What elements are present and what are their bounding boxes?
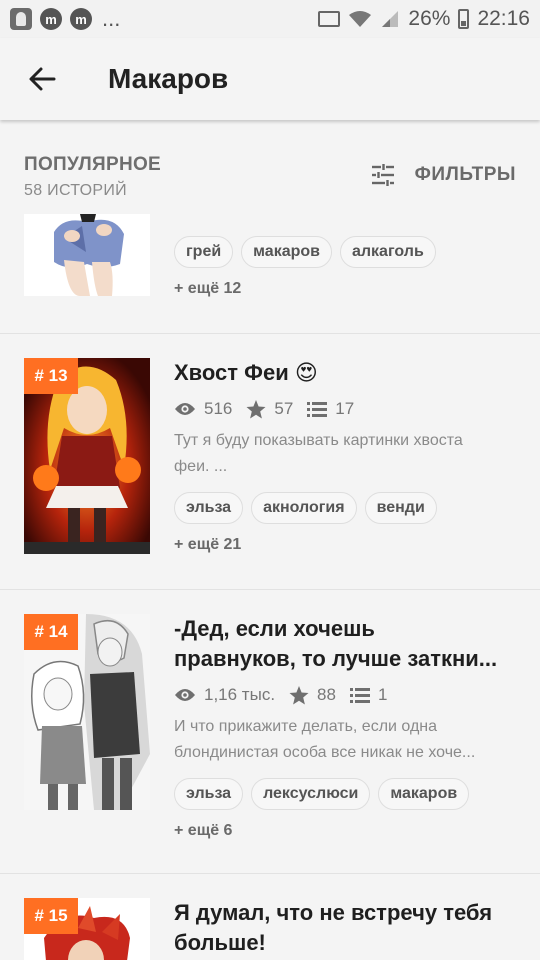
tag-chip[interactable]: эльза xyxy=(174,778,244,810)
tag-list: эльза акнология венди xyxy=(174,492,520,524)
tag-chip[interactable]: макаров xyxy=(241,236,332,268)
votes-count: 57 xyxy=(274,399,294,418)
page-title: Макаров xyxy=(108,63,229,94)
tag-list: грей макаров алкаголь xyxy=(174,236,520,268)
story-stats: 1,16 тыс. 88 1 xyxy=(174,682,520,708)
app-notification-icon xyxy=(10,8,32,30)
sort-info: ПОПУЛЯРНОЕ 58 ИСТОРИЙ xyxy=(24,154,161,214)
description-line: И что прикажите делать, если одна xyxy=(174,718,438,735)
tag-chip[interactable]: лексуслюси xyxy=(251,778,371,810)
story-cover[interactable] xyxy=(24,214,150,296)
title-line: -Дед, если хочешь xyxy=(174,616,375,641)
story-description: И что прикажите делать, если одна блонди… xyxy=(174,714,520,766)
star-icon xyxy=(246,399,266,418)
story-stats: 516 57 17 xyxy=(174,396,520,422)
votes-count: 88 xyxy=(317,685,336,704)
cast-icon xyxy=(318,11,341,27)
title-line: Я думал, что не встречу тебя xyxy=(174,900,493,925)
views-count: 516 xyxy=(204,399,233,418)
rank-badge: # 13 xyxy=(24,358,78,394)
story-card[interactable]: # 14 -Дед, если хочешь правнуков, то луч xyxy=(0,590,540,874)
votes-stat: 88 xyxy=(289,685,336,705)
signal-icon xyxy=(382,11,399,27)
description-line: феи. ... xyxy=(174,458,228,475)
parts-count: 17 xyxy=(335,399,355,418)
eye-icon xyxy=(175,689,195,701)
story-title[interactable]: Я думал, что не встречу тебя больше! xyxy=(174,898,520,958)
list-header: ПОПУЛЯРНОЕ 58 ИСТОРИЙ ФИЛЬТРЫ xyxy=(0,122,540,214)
title-line: больше! xyxy=(174,930,266,955)
parts-count: 1 xyxy=(377,685,388,704)
story-info: грей макаров алкаголь + ещё 12 xyxy=(174,236,520,298)
tag-chip[interactable]: акнология xyxy=(251,492,357,524)
story-card[interactable]: # 13 Хвост Феи 😍 516 57 17 Тут я буду по… xyxy=(0,334,540,590)
rank-badge: # 14 xyxy=(24,614,78,650)
story-info: -Дед, если хочешь правнуков, то лучше за… xyxy=(174,614,520,840)
story-info: Хвост Феи 😍 516 57 17 Тут я буду показыв… xyxy=(174,358,520,554)
story-info: Я думал, что не встречу тебя больше! xyxy=(174,898,520,958)
status-bar: m m ... 26% 22:16 xyxy=(0,0,540,38)
eye-icon xyxy=(175,403,195,415)
views-stat: 516 xyxy=(174,399,232,419)
arrow-left-icon[interactable] xyxy=(0,38,84,120)
sort-label: ПОПУЛЯРНОЕ xyxy=(24,154,162,175)
battery-icon xyxy=(458,9,470,29)
list-icon xyxy=(307,402,328,417)
app-bar: Макаров xyxy=(0,38,540,120)
description-line: блондинистая особа все никак не хоче... xyxy=(174,744,476,761)
filters-label: ФИЛЬТРЫ xyxy=(414,164,516,185)
star-icon xyxy=(289,685,309,704)
notification-icons: m m ... xyxy=(10,8,120,30)
battery-percent: 26% xyxy=(408,7,451,30)
parts-stat: 17 xyxy=(307,399,354,419)
cover-image xyxy=(24,214,150,296)
tag-chip[interactable]: эльза xyxy=(174,492,244,524)
title-line: правнуков, то лучше заткни... xyxy=(174,646,498,671)
more-tags-link[interactable]: + ещё 21 xyxy=(174,536,520,554)
m-notification-icon: m xyxy=(70,8,92,30)
more-notifications-icon: ... xyxy=(102,6,121,31)
rank-badge: # 15 xyxy=(24,898,78,934)
tag-list: эльза лексуслюси макаров xyxy=(174,778,520,810)
tag-chip[interactable]: венди xyxy=(364,492,437,524)
description-line: Тут я буду показывать картинки хвоста xyxy=(174,432,463,449)
tag-chip[interactable]: макаров xyxy=(378,778,470,810)
story-card[interactable]: # 15 Я думал, что не встречу тебя больше… xyxy=(0,874,540,960)
more-tags-link[interactable]: + ещё 12 xyxy=(174,280,520,298)
votes-stat: 57 xyxy=(246,399,293,419)
more-tags-link[interactable]: + ещё 6 xyxy=(174,822,520,840)
list-icon xyxy=(349,688,370,703)
story-title[interactable]: -Дед, если хочешь правнуков, то лучше за… xyxy=(174,614,520,674)
tag-chip[interactable]: алкаголь xyxy=(339,236,436,268)
sliders-icon xyxy=(371,164,394,186)
story-card[interactable]: грей макаров алкаголь + ещё 12 xyxy=(0,214,540,334)
m-notification-icon: m xyxy=(40,8,62,30)
story-title[interactable]: Хвост Феи 😍 xyxy=(174,358,520,388)
system-icons: 26% 22:16 xyxy=(318,7,530,31)
filters-button[interactable]: ФИЛЬТРЫ xyxy=(371,160,516,190)
clock: 22:16 xyxy=(477,7,530,30)
story-count: 58 ИСТОРИЙ xyxy=(24,182,127,199)
views-stat: 1,16 тыс. xyxy=(174,685,275,705)
parts-stat: 1 xyxy=(349,685,388,705)
views-count: 1,16 тыс. xyxy=(204,685,276,704)
tag-chip[interactable]: грей xyxy=(174,236,234,268)
story-description: Тут я буду показывать картинки хвоста фе… xyxy=(174,428,520,480)
wifi-icon xyxy=(349,11,372,27)
